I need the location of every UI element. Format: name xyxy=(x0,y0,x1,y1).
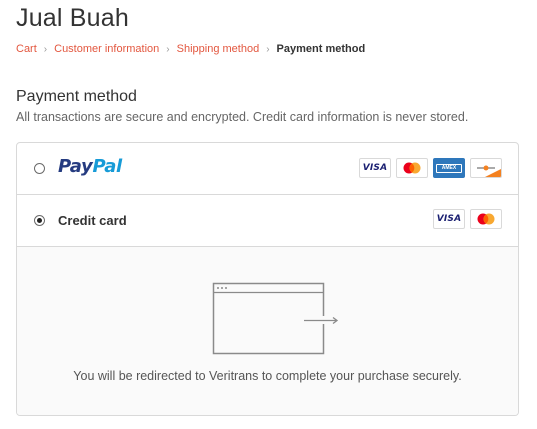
chevron-right-icon: › xyxy=(166,43,170,55)
amex-icon: AMEX xyxy=(433,158,465,178)
browser-redirect-icon xyxy=(212,282,339,355)
chevron-right-icon: › xyxy=(43,43,48,55)
breadcrumb-cart-link[interactable]: Cart xyxy=(16,43,37,55)
paypal-radio[interactable] xyxy=(34,163,45,174)
payment-option-paypal[interactable]: PayPal VISA AMEX xyxy=(17,143,518,195)
payment-method-heading: Payment method xyxy=(16,88,137,105)
paypal-logo: PayPal xyxy=(58,156,122,177)
payment-methods-list: PayPal VISA AMEX Credit card VISA You wi… xyxy=(16,142,519,416)
breadcrumb-shipping-method-link[interactable]: Shipping method xyxy=(177,43,260,55)
chevron-right-icon: › xyxy=(266,43,270,55)
credit-card-radio[interactable] xyxy=(34,215,45,226)
breadcrumb-current-step: Payment method xyxy=(276,43,366,55)
redirect-message: You will be redirected to Veritrans to c… xyxy=(73,369,462,383)
visa-icon: VISA xyxy=(433,209,465,229)
breadcrumb: Cart › Customer information › Shipping m… xyxy=(16,43,365,55)
mastercard-icon xyxy=(470,209,502,229)
accepted-cards-credit-card: VISA xyxy=(433,209,502,229)
offsite-redirect-panel: You will be redirected to Veritrans to c… xyxy=(17,247,518,415)
accepted-cards-paypal: VISA AMEX xyxy=(359,158,502,178)
discover-icon xyxy=(470,158,502,178)
visa-icon: VISA xyxy=(359,158,391,178)
payment-security-note: All transactions are secure and encrypte… xyxy=(16,110,469,124)
breadcrumb-customer-information-link[interactable]: Customer information xyxy=(54,43,159,55)
shop-title: Jual Buah xyxy=(16,4,129,32)
payment-option-credit-card[interactable]: Credit card VISA xyxy=(17,195,518,247)
credit-card-label: Credit card xyxy=(58,213,127,228)
mastercard-icon xyxy=(396,158,428,178)
